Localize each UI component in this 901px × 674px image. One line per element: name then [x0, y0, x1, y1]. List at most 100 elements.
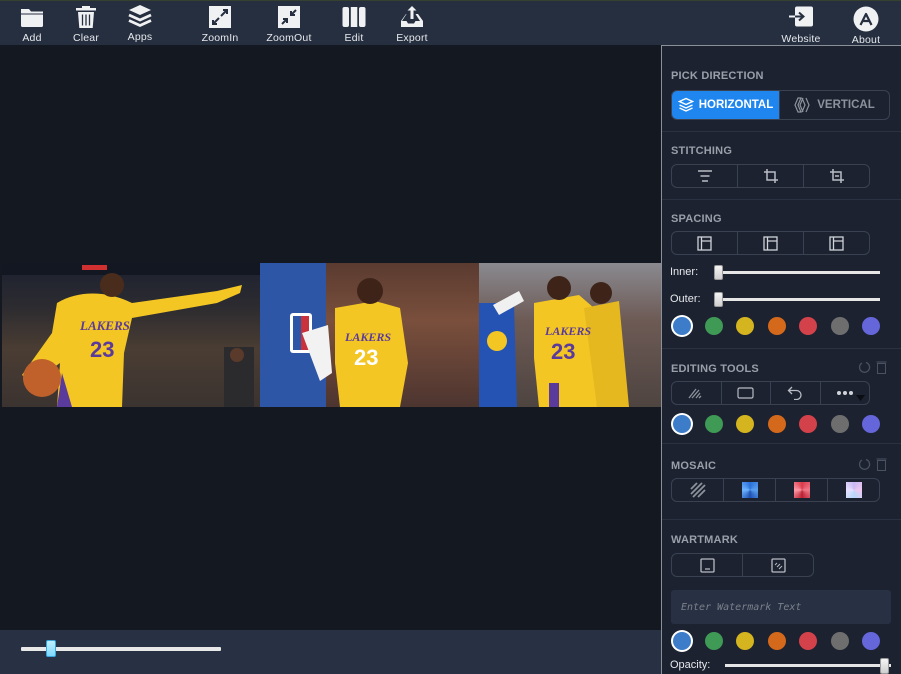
- about-logo-icon: [853, 6, 879, 32]
- spacing-option-1[interactable]: [672, 232, 738, 254]
- outer-spacing-slider[interactable]: [718, 298, 880, 301]
- trash-icon: [76, 6, 96, 28]
- color-swatch-purple[interactable]: [862, 632, 880, 650]
- photo-2[interactable]: LAKERS 23: [260, 263, 479, 407]
- stitch-align-button[interactable]: [672, 165, 738, 187]
- more-tools-button[interactable]: [821, 382, 870, 404]
- columns-icon: [342, 7, 366, 27]
- svg-text:LAKERS: LAKERS: [79, 318, 130, 333]
- color-swatch-blue[interactable]: [673, 415, 691, 433]
- color-swatch-green[interactable]: [704, 415, 723, 433]
- svg-text:LAKERS: LAKERS: [344, 330, 391, 344]
- sign-in-icon: [789, 6, 813, 27]
- opacity-slider[interactable]: [725, 664, 891, 667]
- chevrons-icon: [794, 97, 810, 113]
- mosaic-red-button[interactable]: [776, 479, 828, 501]
- spacing-color-swatches: [673, 317, 880, 335]
- export-button[interactable]: Export: [382, 4, 442, 46]
- editing-tools-actions: [858, 361, 887, 374]
- color-swatch-gray[interactable]: [830, 317, 849, 335]
- stitch-crop-trim-button[interactable]: [804, 165, 869, 187]
- crop-icon: [763, 169, 778, 183]
- watermark-tiled-button[interactable]: [743, 554, 813, 576]
- about-button[interactable]: About: [836, 6, 896, 48]
- trash-icon[interactable]: [876, 361, 887, 374]
- reset-icon[interactable]: [858, 361, 871, 374]
- stitch-canvas[interactable]: LAKERS 23 LAKERS 23 LAKERS 23: [0, 45, 661, 630]
- mosaic-blue-button[interactable]: [724, 479, 776, 501]
- color-swatch-yellow[interactable]: [736, 317, 754, 335]
- spacing-option-3[interactable]: [804, 232, 869, 254]
- canvas-zoom-slider-thumb[interactable]: [46, 640, 56, 657]
- color-swatch-red[interactable]: [799, 317, 817, 335]
- horizontal-label: HORIZONTAL: [698, 99, 774, 111]
- mosaic-pastel-button[interactable]: [828, 479, 879, 501]
- spacing-options: [671, 231, 870, 255]
- color-swatch-blue[interactable]: [673, 632, 691, 650]
- stitching-section: STITCHING: [662, 132, 901, 200]
- stitched-image-strip: LAKERS 23 LAKERS 23 LAKERS 23: [2, 263, 661, 407]
- direction-toggle: HORIZONTAL VERTICAL: [671, 90, 890, 120]
- opacity-label: Opacity:: [670, 659, 711, 671]
- outer-spacing-thumb[interactable]: [714, 292, 723, 307]
- watermark-options: [671, 553, 814, 577]
- website-button[interactable]: Website: [771, 5, 831, 47]
- website-label: Website: [781, 33, 821, 45]
- watermark-text-button[interactable]: [672, 554, 743, 576]
- pick-direction-section: PICK DIRECTION HORIZONTAL VERTICAL: [662, 46, 901, 132]
- pick-direction-title: PICK DIRECTION: [671, 70, 764, 82]
- trash-icon[interactable]: [876, 458, 887, 471]
- color-swatch-yellow[interactable]: [736, 415, 754, 433]
- layers-icon: [128, 5, 152, 28]
- color-swatch-purple[interactable]: [862, 317, 880, 335]
- dropdown-caret-icon: [856, 395, 865, 401]
- layout-right-icon: [829, 235, 844, 251]
- color-swatch-blue[interactable]: [673, 317, 691, 335]
- rectangle-tool-button[interactable]: [722, 382, 771, 404]
- color-swatch-green[interactable]: [704, 317, 723, 335]
- inner-spacing-thumb[interactable]: [714, 265, 723, 280]
- align-icon: [697, 170, 712, 182]
- clear-button[interactable]: Clear: [56, 4, 116, 46]
- horizontal-option[interactable]: HORIZONTAL: [672, 91, 780, 119]
- vertical-option[interactable]: VERTICAL: [780, 91, 889, 119]
- zoomin-button[interactable]: ZoomIn: [190, 4, 250, 46]
- spacing-title: SPACING: [671, 213, 722, 225]
- undo-tool-button[interactable]: [771, 382, 821, 404]
- color-swatch-purple[interactable]: [862, 415, 880, 433]
- spacing-option-2[interactable]: [738, 232, 804, 254]
- toolbar: Add Clear Apps ZoomIn ZoomOut Edit Expor…: [0, 0, 901, 48]
- mosaic-title: MOSAIC: [671, 460, 717, 472]
- color-swatch-red[interactable]: [799, 632, 817, 650]
- stitch-crop-button[interactable]: [738, 165, 804, 187]
- zoomout-button[interactable]: ZoomOut: [259, 4, 319, 46]
- zoomout-label: ZoomOut: [266, 32, 312, 44]
- color-swatch-orange[interactable]: [767, 317, 786, 335]
- inner-spacing-slider[interactable]: [718, 271, 880, 274]
- apps-label: Apps: [127, 31, 153, 43]
- stitching-options: [671, 164, 870, 188]
- brush-tool-button[interactable]: [672, 382, 722, 404]
- photo-3[interactable]: LAKERS 23: [479, 263, 661, 407]
- apps-button[interactable]: Apps: [110, 3, 170, 45]
- opacity-slider-thumb[interactable]: [880, 658, 889, 674]
- svg-text:23: 23: [90, 337, 114, 362]
- color-swatch-red[interactable]: [799, 415, 817, 433]
- photo-1[interactable]: LAKERS 23: [2, 263, 260, 407]
- clear-label: Clear: [72, 32, 100, 44]
- color-swatch-orange[interactable]: [767, 632, 786, 650]
- tiled-watermark-icon: [770, 557, 786, 573]
- watermark-text-input[interactable]: [671, 590, 891, 624]
- add-button[interactable]: Add: [2, 4, 62, 46]
- color-swatch-gray[interactable]: [830, 632, 849, 650]
- edit-button[interactable]: Edit: [324, 4, 384, 46]
- app-window: Add Clear Apps ZoomIn ZoomOut Edit Expor…: [0, 0, 901, 674]
- edit-label: Edit: [344, 32, 364, 44]
- expand-icon: [209, 6, 231, 28]
- color-swatch-orange[interactable]: [767, 415, 786, 433]
- reset-icon[interactable]: [858, 458, 871, 471]
- color-swatch-gray[interactable]: [830, 415, 849, 433]
- mosaic-hatch-button[interactable]: [672, 479, 724, 501]
- color-swatch-green[interactable]: [704, 632, 723, 650]
- color-swatch-yellow[interactable]: [736, 632, 754, 650]
